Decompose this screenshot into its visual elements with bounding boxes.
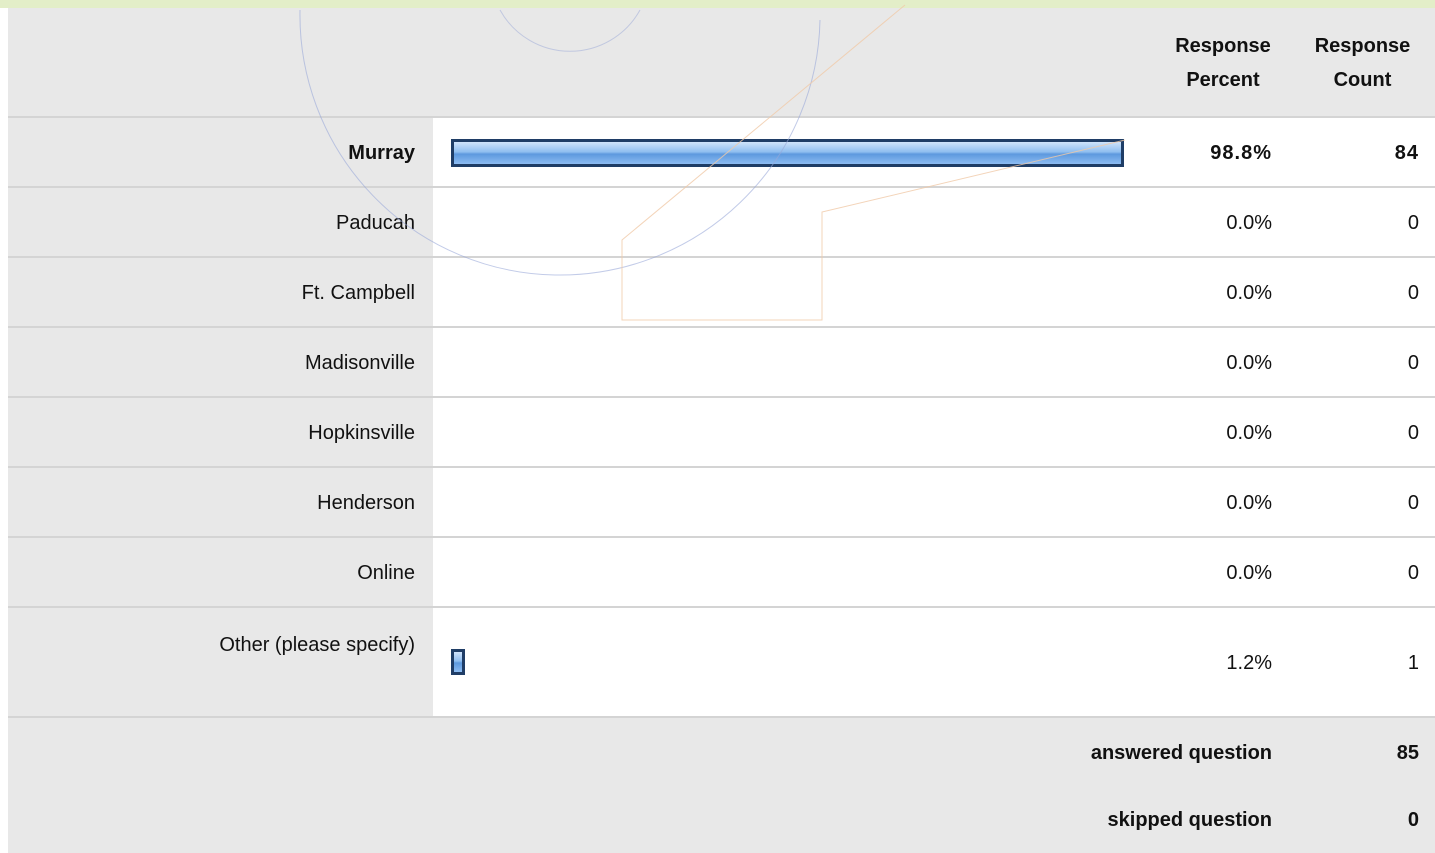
header-count-label: Response Count <box>1314 35 1411 91</box>
row-label: Other (please specify) <box>8 608 433 718</box>
response-count: 84 <box>1394 141 1419 164</box>
table-row: Madisonville 0.0% 0 <box>8 328 1435 398</box>
response-count: 0 <box>1407 281 1419 304</box>
table-row: Ft. Campbell 0.0% 0 <box>8 258 1435 328</box>
skipped-question-row: skipped question 0 <box>8 788 1435 853</box>
answered-question-row: answered question 85 <box>8 718 1435 790</box>
row-label: Paducah <box>8 188 433 258</box>
row-label: Madisonville <box>8 328 433 398</box>
table-row: Henderson 0.0% 0 <box>8 468 1435 538</box>
summary-label: answered question <box>1090 741 1272 764</box>
summary-label: skipped question <box>1107 809 1272 831</box>
response-percent: 0.0% <box>1226 421 1272 444</box>
response-percent: 1.2% <box>1226 651 1272 674</box>
table-row: Other (please specify) 1.2% 1 <box>8 608 1435 718</box>
row-label: Ft. Campbell <box>8 258 433 328</box>
response-count: 0 <box>1407 211 1419 234</box>
response-percent: 0.0% <box>1226 281 1272 304</box>
table-row: Murray 98.8% 84 <box>8 118 1435 188</box>
table-header: Response Percent Response Count <box>8 8 1435 118</box>
row-label: Online <box>8 538 433 608</box>
header-response-count: Response Count <box>1290 8 1435 118</box>
response-count: 0 <box>1407 351 1419 374</box>
response-percent: 98.8% <box>1210 141 1272 164</box>
row-label: Henderson <box>8 468 433 538</box>
header-percent-label: Response Percent <box>1175 35 1271 91</box>
summary-value: 0 <box>1407 809 1419 831</box>
summary-value: 85 <box>1396 741 1419 764</box>
response-count: 0 <box>1407 491 1419 514</box>
header-response-percent: Response Percent <box>1158 8 1288 118</box>
row-label: Hopkinsville <box>8 398 433 468</box>
row-label: Murray <box>8 118 433 188</box>
response-percent: 0.0% <box>1226 561 1272 584</box>
response-count: 0 <box>1407 421 1419 444</box>
response-count: 0 <box>1407 561 1419 584</box>
response-count: 1 <box>1407 651 1419 674</box>
response-bar <box>451 139 1124 167</box>
response-bar <box>451 649 465 675</box>
top-strip <box>0 0 1435 8</box>
response-percent: 0.0% <box>1226 491 1272 514</box>
response-percent: 0.0% <box>1226 211 1272 234</box>
response-percent: 0.0% <box>1226 351 1272 374</box>
table-row: Paducah 0.0% 0 <box>8 188 1435 258</box>
table-row: Online 0.0% 0 <box>8 538 1435 608</box>
table-row: Hopkinsville 0.0% 0 <box>8 398 1435 468</box>
